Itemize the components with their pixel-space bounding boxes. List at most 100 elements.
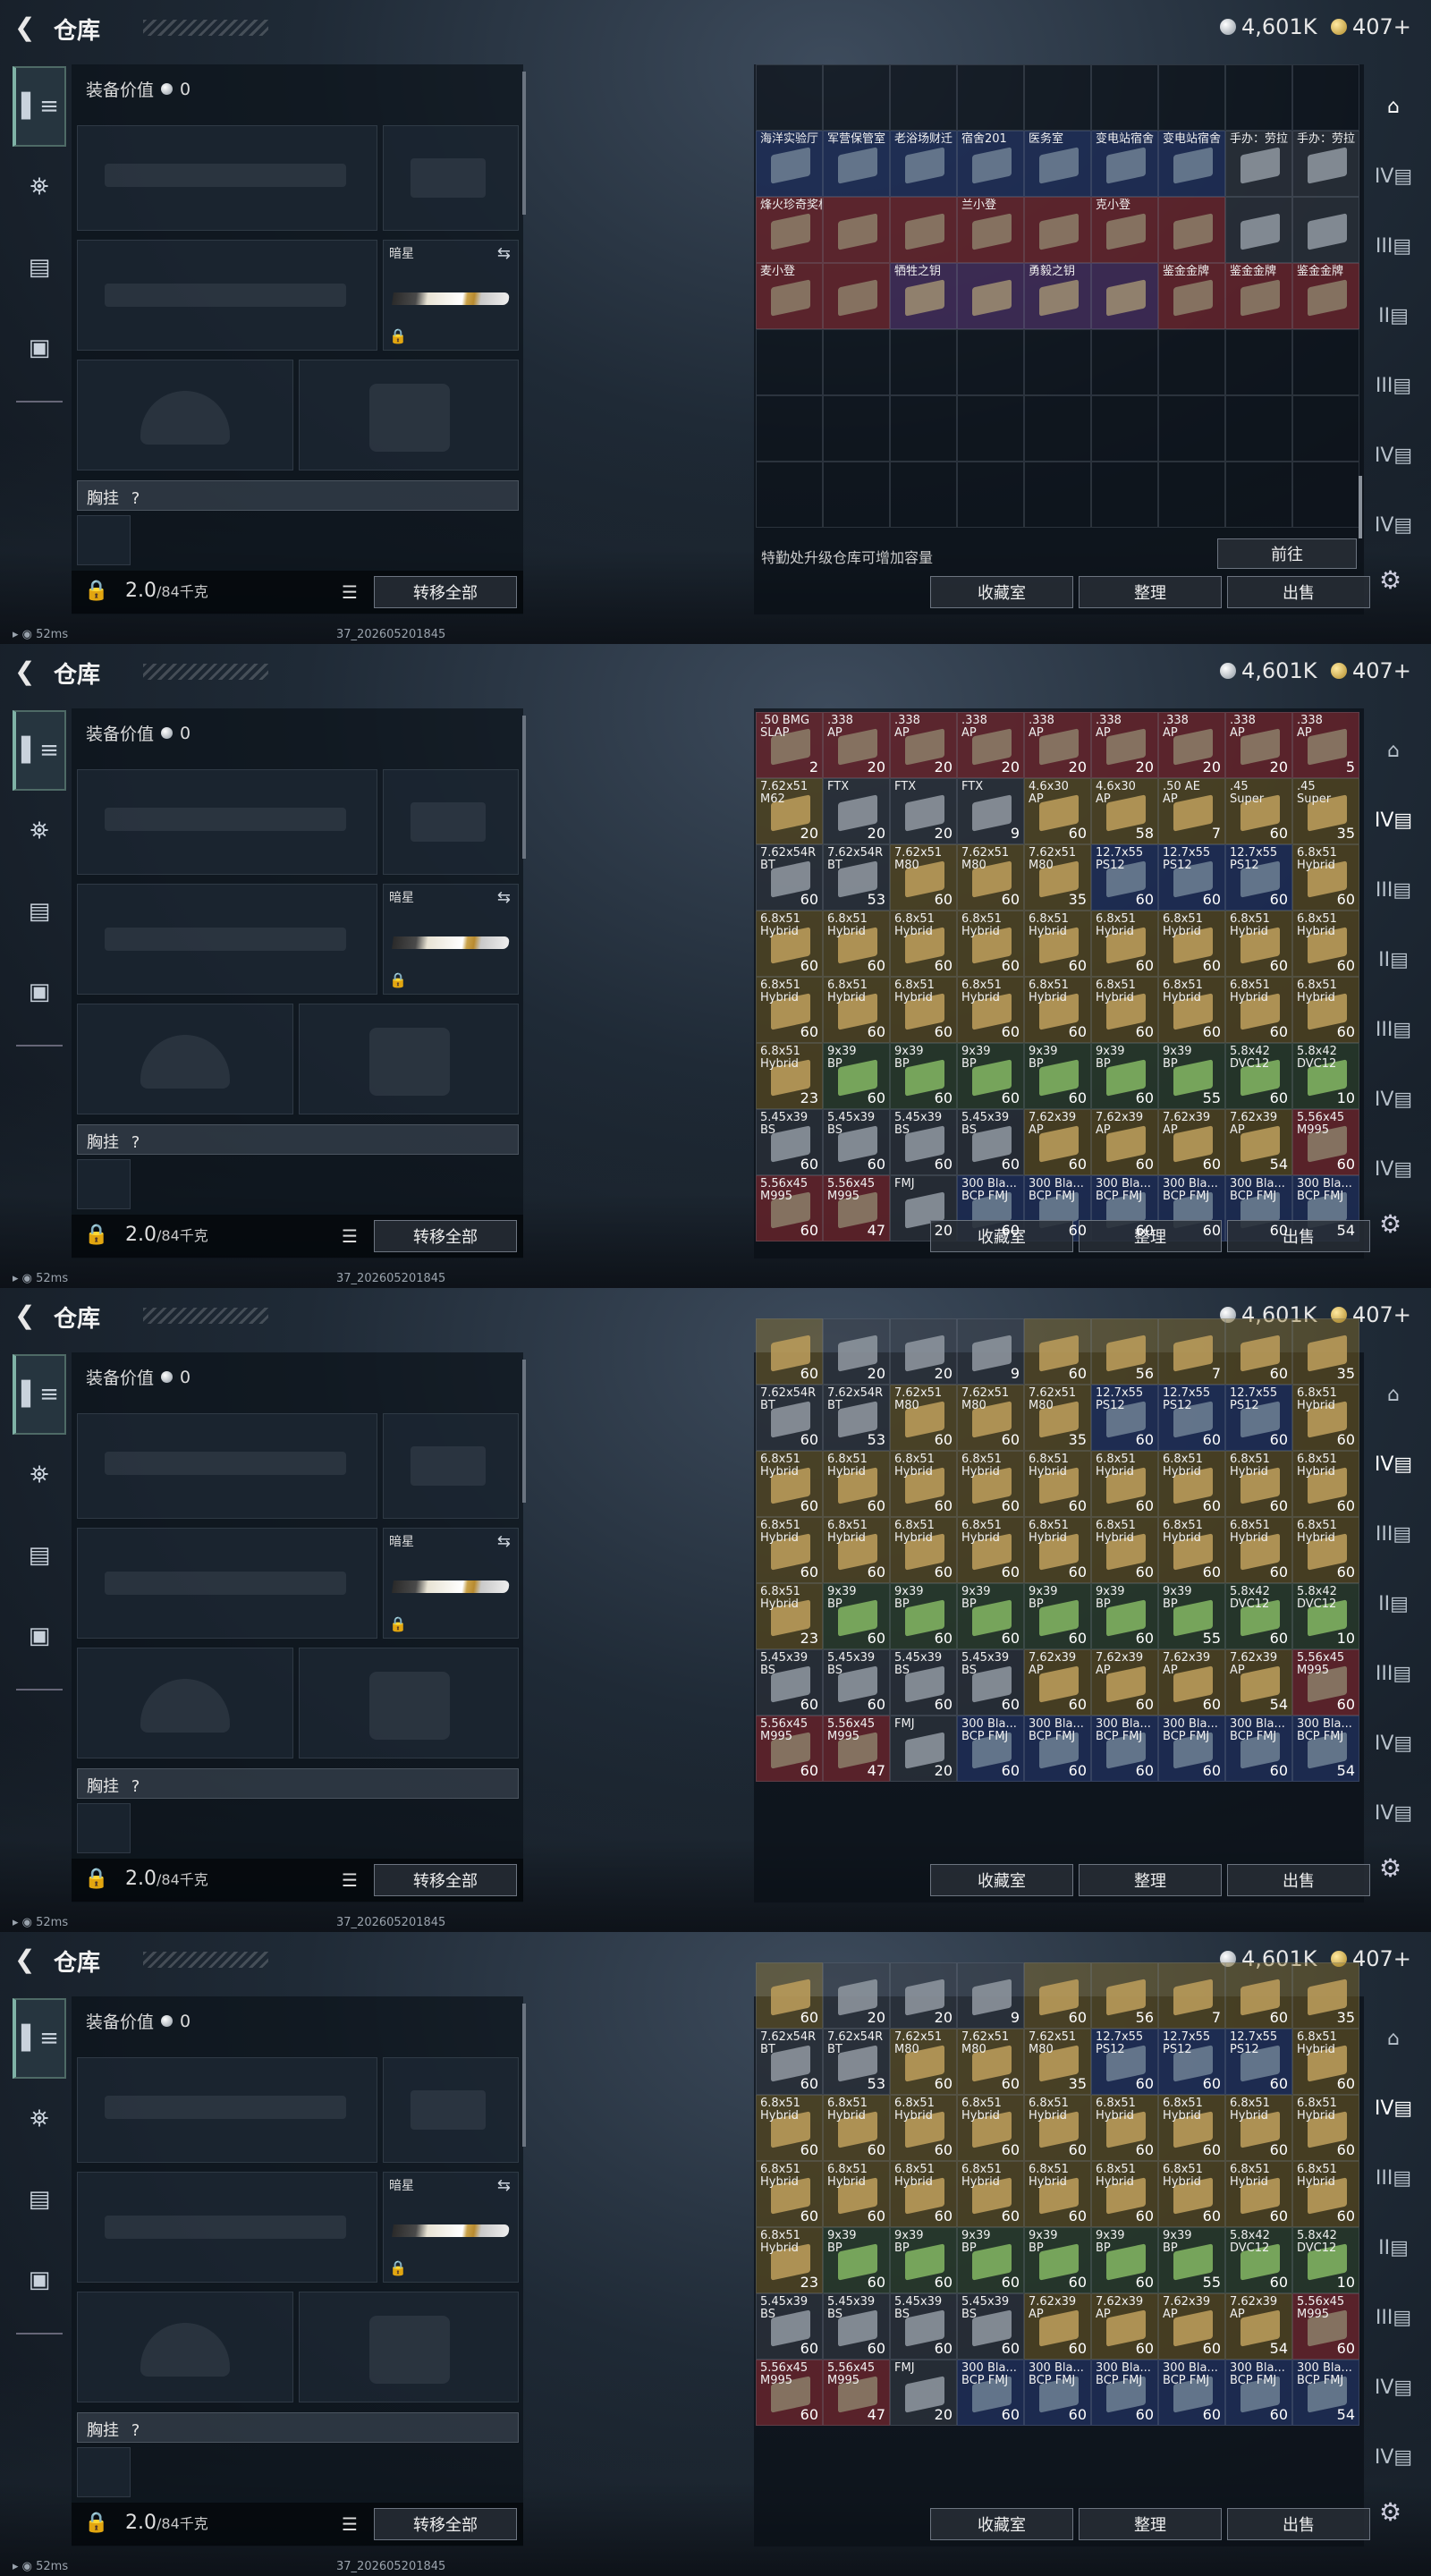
collection-room-button[interactable]: 收藏室 xyxy=(930,1864,1073,1896)
inventory-item[interactable]: 7.62x54R BT 53 xyxy=(823,1385,890,1451)
inventory-item[interactable]: 6.8x51 Hybrid 60 xyxy=(1225,977,1292,1043)
inventory-item[interactable]: 9x39 BP 60 xyxy=(957,1043,1024,1109)
melee-slot[interactable]: 暗星 ⇆ 🔒 xyxy=(383,884,519,995)
storage-page-iv-icon[interactable]: IV▤ xyxy=(1371,1429,1416,1499)
primary-weapon-slot[interactable] xyxy=(77,2057,377,2163)
inventory-item[interactable]: 6.8x51 Hybrid 60 xyxy=(1292,2095,1359,2161)
transfer-all-button[interactable]: 转移全部 xyxy=(374,1220,517,1252)
inventory-item[interactable]: 6.8x51 Hybrid 60 xyxy=(1158,1451,1225,1517)
empty-slot[interactable] xyxy=(756,329,823,395)
inventory-item[interactable]: 7.62x54R BT 60 xyxy=(756,2029,823,2095)
inventory-item[interactable]: 5.45x39 BS 60 xyxy=(957,1649,1024,1716)
inventory-item[interactable]: 4.6x30 AP 60 xyxy=(1024,778,1091,844)
inventory-item[interactable]: 6.8x51 Hybrid 60 xyxy=(890,1451,957,1517)
equipment-scrollbar[interactable] xyxy=(522,1360,526,1503)
inventory-item[interactable]: 300 Bla... BCP FMJ 60 xyxy=(1225,1716,1292,1782)
storage-page-ii-icon[interactable]: II▤ xyxy=(1371,1569,1416,1639)
inventory-item[interactable]: 7.62x51 M80 60 xyxy=(957,1385,1024,1451)
empty-slot[interactable] xyxy=(1292,462,1359,528)
inventory-item[interactable]: 9x39 BP 60 xyxy=(1024,2227,1091,2293)
inventory-item[interactable]: .338 AP 20 xyxy=(1091,712,1158,778)
inventory-item[interactable]: 6.8x51 Hybrid 60 xyxy=(1292,844,1359,911)
gold-currency[interactable]: 407+ xyxy=(1331,14,1411,39)
inventory-item[interactable]: 5.45x39 BS 60 xyxy=(756,1109,823,1175)
inventory-item[interactable] xyxy=(1292,197,1359,263)
inventory-item[interactable]: .45 Super 60 xyxy=(1225,778,1292,844)
equipment-scrollbar[interactable] xyxy=(522,72,526,215)
inventory-item[interactable]: 手办：劳拉 xyxy=(1225,131,1292,197)
inventory-item[interactable]: .50 AE AP 7 xyxy=(1158,778,1225,844)
chest-rig-header[interactable]: 胸挂 ? xyxy=(77,1124,519,1155)
inventory-item[interactable]: 6.8x51 Hybrid 60 xyxy=(957,1517,1024,1583)
empty-slot[interactable] xyxy=(1091,329,1158,395)
inventory-item[interactable]: 9x39 BP 60 xyxy=(1091,2227,1158,2293)
storage-page-v-icon[interactable]: IV▤ xyxy=(1371,2422,1416,2492)
armor-slot[interactable] xyxy=(299,1004,519,1114)
inventory-item[interactable]: 6.8x51 Hybrid 23 xyxy=(756,1043,823,1109)
inventory-item[interactable]: 20 xyxy=(823,1318,890,1385)
storage-page-ii-icon[interactable]: II▤ xyxy=(1371,925,1416,995)
inventory-item[interactable]: 6.8x51 Hybrid 60 xyxy=(1091,977,1158,1043)
sell-button[interactable]: 出售 xyxy=(1227,1864,1370,1896)
inventory-item[interactable]: 6.8x51 Hybrid 60 xyxy=(1225,2161,1292,2227)
armor-slot[interactable] xyxy=(299,360,519,470)
inventory-item[interactable]: 7.62x54R BT 60 xyxy=(756,844,823,911)
settings-gear-icon[interactable]: ⚙ xyxy=(1379,565,1401,595)
inventory-item[interactable]: 7.62x51 M80 60 xyxy=(890,2029,957,2095)
home-storage-icon[interactable]: ⌂ xyxy=(1371,72,1416,141)
empty-slot[interactable] xyxy=(957,462,1024,528)
empty-slot[interactable] xyxy=(957,64,1024,131)
inventory-item[interactable]: 6.8x51 Hybrid 60 xyxy=(1024,911,1091,977)
empty-slot[interactable] xyxy=(1024,64,1091,131)
inventory-item[interactable]: 5.8x42 DVC12 10 xyxy=(1292,1043,1359,1109)
melee-slot[interactable]: 暗星 ⇆ 🔒 xyxy=(383,1528,519,1639)
inventory-item[interactable]: 7 xyxy=(1158,1962,1225,2029)
storage-page-iii-b-icon[interactable]: III▤ xyxy=(1371,1639,1416,1708)
inventory-item[interactable]: 9x39 BP 60 xyxy=(1091,1583,1158,1649)
inventory-item[interactable]: 300 Bla... BCP FMJ 60 xyxy=(1091,2360,1158,2426)
inventory-item[interactable]: 7.62x51 M80 35 xyxy=(1024,2029,1091,2095)
inventory-item[interactable]: 海洋实验厅 xyxy=(756,131,823,197)
inventory-item[interactable]: 医务室 xyxy=(1024,131,1091,197)
storage-page-iii-icon[interactable]: III▤ xyxy=(1371,855,1416,925)
chest-rig-slot[interactable] xyxy=(77,1159,131,1209)
helmet-slot[interactable] xyxy=(77,360,293,470)
inventory-item[interactable]: 6.8x51 Hybrid 60 xyxy=(957,2161,1024,2227)
inventory-item[interactable]: .338 AP 20 xyxy=(823,712,890,778)
inventory-item[interactable]: 6.8x51 Hybrid 60 xyxy=(823,2095,890,2161)
secondary-weapon-slot[interactable] xyxy=(77,884,377,995)
inventory-item[interactable]: 12.7x55 PS12 60 xyxy=(1158,2029,1225,2095)
inventory-item[interactable]: 60 xyxy=(756,1962,823,2029)
empty-slot[interactable] xyxy=(1158,64,1225,131)
inventory-item[interactable]: 6.8x51 Hybrid 60 xyxy=(1158,2095,1225,2161)
inventory-item[interactable]: 克小登 xyxy=(1091,197,1158,263)
bag-tab-icon[interactable]: ▣ xyxy=(13,308,66,388)
inventory-item[interactable]: 6.8x51 Hybrid 60 xyxy=(1292,1385,1359,1451)
pistol-slot[interactable] xyxy=(383,2057,519,2163)
storage-page-iv-b-icon[interactable]: IV▤ xyxy=(1371,420,1416,490)
chest-rig-help[interactable]: ? xyxy=(131,1777,140,1796)
inventory-item[interactable]: 6.8x51 Hybrid 60 xyxy=(890,977,957,1043)
weapon-tab-icon[interactable]: ▌≡ xyxy=(13,1354,66,1435)
inventory-item[interactable]: 军营保管室 xyxy=(823,131,890,197)
bag-tab-icon[interactable]: ▣ xyxy=(13,1596,66,1676)
inventory-item[interactable]: 60 xyxy=(1024,1962,1091,2029)
storage-page-iii-icon[interactable]: III▤ xyxy=(1371,211,1416,281)
inventory-item[interactable]: 35 xyxy=(1292,1962,1359,2029)
inventory-item[interactable]: 6.8x51 Hybrid 60 xyxy=(1292,2029,1359,2095)
inventory-item[interactable]: 宿舍201 xyxy=(957,131,1024,197)
inventory-item[interactable]: 鉴金金牌 xyxy=(1292,263,1359,329)
inventory-item[interactable]: 6.8x51 Hybrid 60 xyxy=(890,2095,957,2161)
weapon-tab-icon[interactable]: ▌≡ xyxy=(13,1998,66,2079)
storage-page-iv-icon[interactable]: IV▤ xyxy=(1371,141,1416,211)
inventory-item[interactable]: 6.8x51 Hybrid 60 xyxy=(1158,911,1225,977)
empty-slot[interactable] xyxy=(1024,329,1091,395)
storage-page-iii-b-icon[interactable]: III▤ xyxy=(1371,2283,1416,2352)
vest-tab-icon[interactable]: ▤ xyxy=(13,2159,66,2240)
weapon-tab-icon[interactable]: ▌≡ xyxy=(13,66,66,147)
empty-slot[interactable] xyxy=(890,329,957,395)
inventory-item[interactable]: 6.8x51 Hybrid 60 xyxy=(1292,1517,1359,1583)
inventory-item[interactable]: 6.8x51 Hybrid 60 xyxy=(1292,911,1359,977)
inventory-item[interactable]: 手办：劳拉 xyxy=(1292,131,1359,197)
empty-slot[interactable] xyxy=(1158,395,1225,462)
